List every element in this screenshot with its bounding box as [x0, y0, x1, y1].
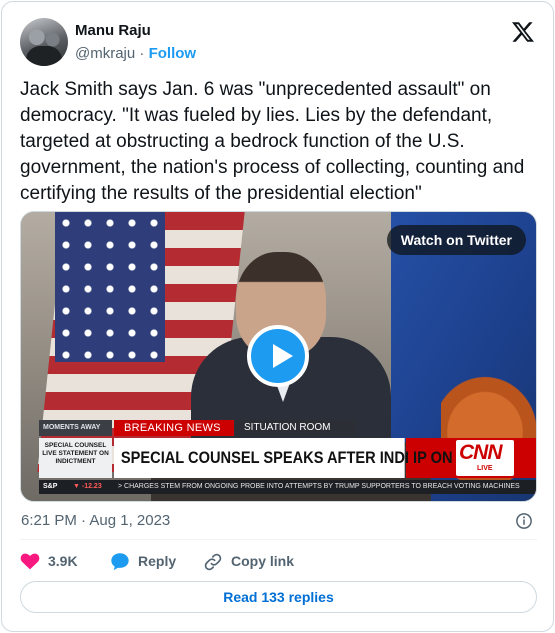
us-flag-canton: [55, 212, 165, 362]
watch-on-twitter-button[interactable]: Watch on Twitter: [386, 225, 526, 255]
copy-link-button[interactable]: Copy link: [203, 550, 323, 572]
separator-dot: ·: [139, 45, 145, 62]
divider: [20, 539, 537, 540]
reply-button[interactable]: Reply: [110, 550, 190, 572]
chyron-situation-room: SITUATION ROOM: [236, 420, 356, 436]
read-replies-button[interactable]: Read 133 replies: [20, 581, 537, 613]
copy-link-label: Copy link: [231, 553, 295, 569]
avatar[interactable]: [20, 18, 68, 66]
chyron-moments-away: MOMENTS AWAY: [39, 420, 112, 436]
x-logo-icon[interactable]: [511, 20, 535, 44]
link-icon: [204, 553, 222, 571]
like-count: 3.9K: [48, 553, 78, 569]
like-button[interactable]: 3.9K: [20, 550, 100, 572]
author-handle[interactable]: @mkraju: [75, 45, 135, 62]
author-name[interactable]: Manu Raju: [75, 22, 151, 39]
speech-bubble-icon: [111, 553, 129, 571]
follow-button[interactable]: Follow: [149, 45, 197, 62]
cnn-live-label: LIVE: [477, 465, 493, 472]
author-handle-row: @mkraju · Follow: [75, 45, 196, 62]
info-icon[interactable]: [515, 512, 533, 530]
ticker-index: S&P: [43, 483, 58, 490]
ticker-value: ▼ -12.23: [73, 483, 102, 490]
heart-icon: [20, 553, 40, 570]
tweet-card: Manu Raju @mkraju · Follow Jack Smith sa…: [1, 1, 554, 632]
ticker-text: > CHARGES STEM FROM ONGOING PROBE INTO A…: [118, 483, 520, 490]
chyron-breaking-news: BREAKING NEWS: [114, 420, 234, 436]
tweet-text: Jack Smith says Jan. 6 was "unprecedente…: [20, 79, 525, 204]
tweet-timestamp[interactable]: 6:21 PM · Aug 1, 2023: [21, 512, 170, 529]
cnn-logo-text: CNN: [459, 441, 502, 464]
play-icon[interactable]: [247, 325, 309, 387]
reply-label: Reply: [138, 553, 177, 569]
chyron-live-statement: SPECIAL COUNSEL LIVE STATEMENT ON INDICT…: [39, 438, 112, 478]
video-player[interactable]: MOMENTS AWAY BREAKING NEWS SITUATION ROO…: [20, 211, 537, 502]
chyron-headline: SPECIAL COUNSEL SPEAKS AFTER INDI IP ON: [114, 438, 453, 478]
